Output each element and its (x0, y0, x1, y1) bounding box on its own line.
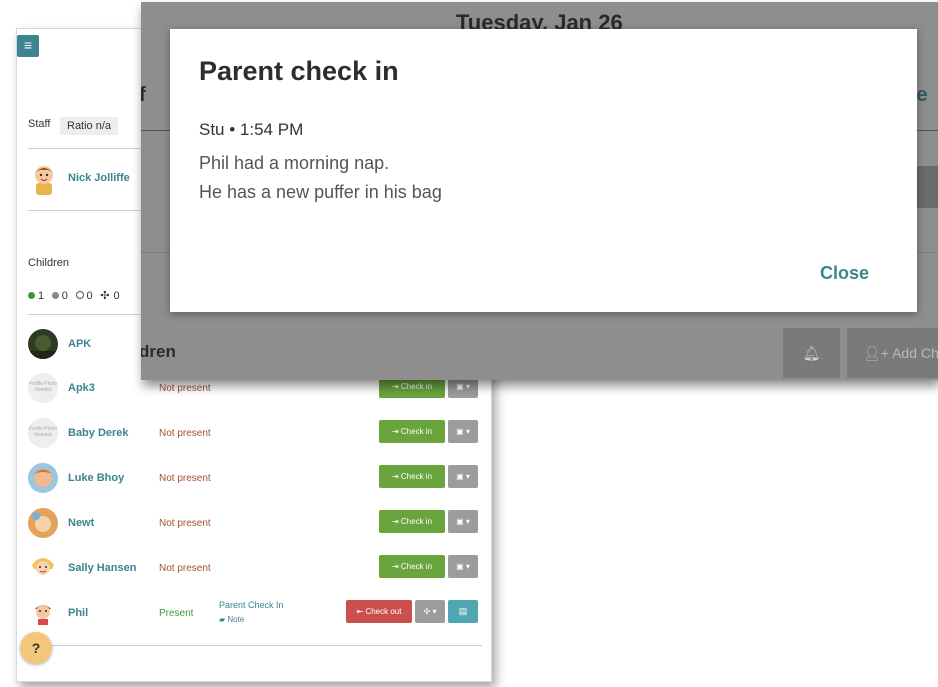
avatar: Profile Photo Needed (28, 418, 58, 448)
ratio-badge: Ratio n/a (60, 117, 119, 135)
sign-out-icon: ⇤ (356, 607, 364, 616)
document-icon: ▤ (458, 606, 468, 616)
avatar (30, 163, 58, 195)
status-label: Not present (159, 428, 211, 439)
avatar (28, 329, 58, 359)
list-item[interactable]: Newt Not present ⇥ Check in ▣ ▾ (16, 502, 490, 547)
child-name[interactable]: Phil (68, 607, 88, 619)
check-out-button[interactable]: ⇤ Check out (346, 600, 412, 623)
list-item[interactable]: Sally Hansen Not present ⇥ Check in ▣ ▾ (16, 547, 490, 592)
options-dropdown-button[interactable]: ▣ ▾ (448, 465, 478, 488)
calendar-icon: ▣ (456, 517, 464, 526)
absent-dot-icon (51, 292, 59, 299)
children-heading-fragment: dren (141, 342, 176, 361)
child-name[interactable]: Apk3 (68, 382, 95, 394)
add-child-button: 👤︎+ Add Ch (847, 328, 938, 378)
sign-in-icon: ⇥ (391, 517, 399, 526)
empty-dot-icon (75, 291, 84, 299)
question-icon: ? (31, 640, 41, 656)
check-in-button[interactable]: ⇥ Check in (379, 555, 445, 578)
sign-in-icon: ⇥ (391, 427, 399, 436)
calendar-icon: ▣ (456, 472, 464, 481)
notify-button: 🔔︎ (783, 328, 840, 378)
status-label: Not present (159, 383, 211, 394)
parent-check-in-modal: Parent check in Stu • 1:54 PM Phil had a… (170, 29, 917, 312)
status-label: Present (159, 608, 194, 619)
parent-check-in-link[interactable]: Parent Check In (219, 600, 284, 610)
avatar: Profile Photo Needed (28, 373, 58, 403)
chevron-down-icon: ▾ (465, 382, 470, 391)
staff-heading: Staff (28, 118, 51, 130)
child-name[interactable]: Baby Derek (68, 427, 129, 439)
status-label: Not present (159, 563, 211, 574)
move-icon: ✣ (423, 607, 431, 616)
chevron-down-icon: ▾ (465, 517, 470, 526)
attendance-counts: 1 0 0 ✣ 0 (28, 289, 120, 302)
add-user-icon: 👤︎+ (863, 345, 889, 361)
child-name[interactable]: Newt (68, 517, 94, 529)
comment-icon: ▰ (219, 615, 226, 624)
avatar (28, 463, 58, 493)
options-dropdown-button[interactable]: ▣ ▾ (448, 555, 478, 578)
sign-in-icon: ⇥ (391, 382, 399, 391)
options-dropdown-button[interactable]: ▣ ▾ (448, 420, 478, 443)
help-button[interactable]: ? (20, 632, 52, 664)
avatar (28, 553, 58, 583)
calendar-icon: ▣ (456, 382, 464, 391)
side-panel-fragment (917, 166, 938, 208)
move-dropdown-button[interactable]: ✣ ▾ (415, 600, 445, 623)
status-label: Not present (159, 518, 211, 529)
divider (28, 645, 482, 646)
check-in-button[interactable]: ⇥ Check in (379, 510, 445, 533)
calendar-icon: ▣ (456, 427, 464, 436)
move-icon: ✣ (100, 290, 110, 302)
modal-meta: Stu • 1:54 PM (199, 120, 304, 139)
present-dot-icon (28, 292, 35, 299)
modal-message-line: Phil had a morning nap. (199, 153, 390, 173)
avatar (28, 508, 58, 538)
list-item[interactable]: Profile Photo Needed Baby Derek Not pres… (16, 412, 490, 457)
avatar (28, 598, 58, 628)
child-name[interactable]: APK (68, 338, 91, 350)
sign-in-icon: ⇥ (391, 562, 399, 571)
list-item[interactable]: Luke Bhoy Not present ⇥ Check in ▣ ▾ (16, 457, 490, 502)
menu-button[interactable]: ≡ (17, 35, 39, 57)
chevron-down-icon: ▾ (465, 427, 470, 436)
chevron-down-icon: ▾ (432, 607, 437, 616)
bell-icon: 🔔︎ (802, 345, 821, 361)
child-name[interactable]: Sally Hansen (68, 562, 136, 574)
modal-title: Parent check in (199, 56, 399, 86)
chevron-down-icon: ▾ (465, 472, 470, 481)
hamburger-icon: ≡ (23, 37, 33, 53)
status-label: Not present (159, 473, 211, 484)
staff-heading-fragment: f (141, 84, 146, 106)
note-link[interactable]: ▰ Note (219, 615, 244, 624)
list-item[interactable]: Phil Present Parent Check In ▰ Note ⇤ Ch… (16, 592, 490, 637)
divider (28, 148, 158, 149)
sign-in-icon: ⇥ (391, 472, 399, 481)
children-heading: Children (28, 257, 69, 269)
chevron-down-icon: ▾ (465, 562, 470, 571)
check-in-button[interactable]: ⇥ Check in (379, 420, 445, 443)
child-name[interactable]: Luke Bhoy (68, 472, 124, 484)
staff-member-name[interactable]: Nick Jolliffe (68, 172, 130, 184)
close-button[interactable]: Close (820, 263, 869, 284)
options-dropdown-button[interactable]: ▣ ▾ (448, 510, 478, 533)
modal-message-line: He has a new puffer in his bag (199, 182, 442, 202)
check-in-button[interactable]: ⇥ Check in (379, 465, 445, 488)
document-button[interactable]: ▤ (448, 600, 478, 623)
divider (28, 210, 158, 211)
calendar-icon: ▣ (456, 562, 464, 571)
